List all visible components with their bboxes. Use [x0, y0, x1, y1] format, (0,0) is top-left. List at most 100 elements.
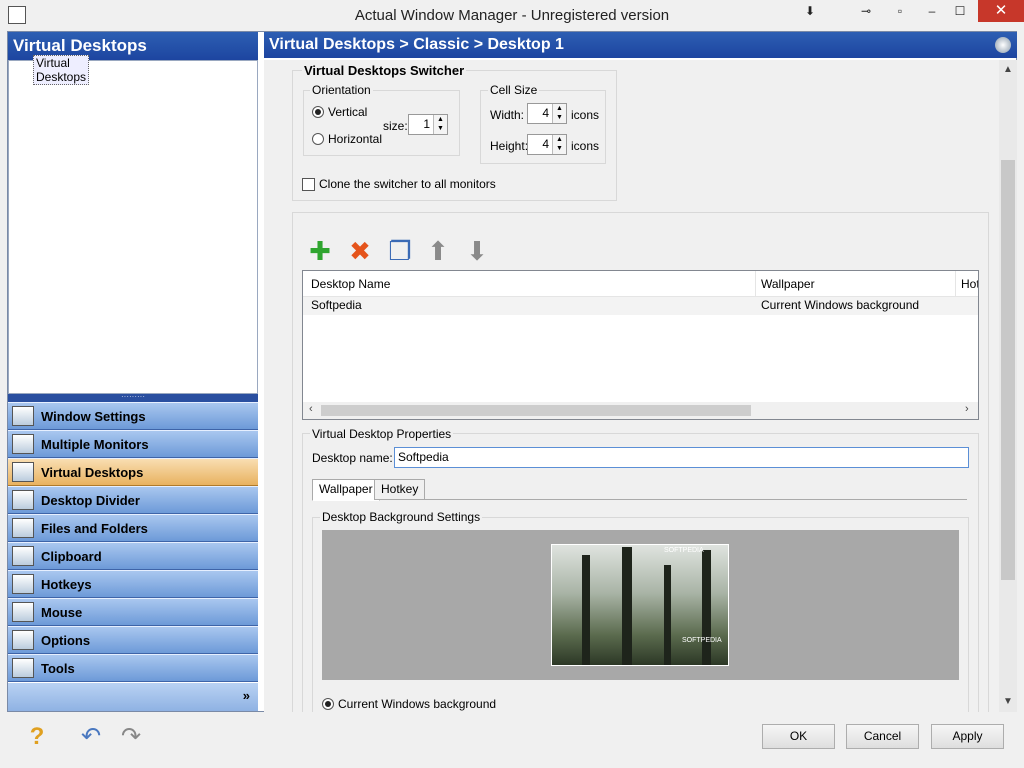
properties-label: Virtual Desktop Properties — [310, 427, 454, 441]
minimize-button[interactable]: – — [918, 0, 946, 22]
wallpaper-preview: SOFTPEDIA SOFTPEDIA — [322, 530, 959, 680]
virtual-desktops-icon — [12, 462, 34, 482]
apply-button[interactable]: Apply — [931, 724, 1004, 749]
height-unit: icons — [571, 139, 600, 153]
horizontal-radio[interactable]: Horizontal — [312, 132, 382, 146]
desktop-name-label: Desktop name: — [312, 451, 393, 465]
desktop-name-input[interactable]: Softpedia — [394, 447, 969, 468]
tab-wallpaper[interactable]: Wallpaper — [312, 479, 380, 501]
table-row[interactable]: Softpedia Current Windows background — [303, 297, 978, 315]
help-icon[interactable]: ? — [22, 722, 52, 752]
move-down-icon[interactable]: ⬇ — [462, 236, 492, 266]
current-background-radio[interactable]: Current Windows background — [322, 697, 496, 711]
add-desktop-icon[interactable]: ✚ — [305, 236, 335, 266]
nav-window-settings[interactable]: Window Settings — [8, 402, 258, 430]
radio-dot — [322, 698, 334, 710]
scroll-thumb[interactable] — [321, 405, 751, 416]
switcher-title: Virtual Desktops Switcher — [302, 63, 467, 78]
nav-hotkeys[interactable]: Hotkeys — [8, 570, 258, 598]
options-icon — [12, 630, 34, 650]
redo-icon[interactable]: ↷ — [116, 722, 146, 752]
window-settings-icon — [12, 406, 34, 426]
row-desktop-name: Softpedia — [311, 298, 362, 312]
clone-switcher-checkbox[interactable]: Clone the switcher to all monitors — [302, 177, 496, 191]
navigation-tree: Virtual Desktops — [8, 55, 258, 394]
wallpaper-thumbnail-image: SOFTPEDIA SOFTPEDIA — [551, 544, 729, 666]
ok-button[interactable]: OK — [762, 724, 835, 749]
height-spinner[interactable]: 4 ▲ ▼ — [527, 134, 567, 155]
nav-desktop-divider[interactable]: Desktop Divider — [8, 486, 258, 514]
mouse-icon — [12, 602, 34, 622]
vertical-radio[interactable]: Vertical — [312, 105, 367, 119]
tools-icon — [12, 658, 34, 678]
column-hotkey[interactable]: Hot — [961, 277, 978, 291]
nav-files-and-folders[interactable]: Files and Folders — [8, 514, 258, 542]
spinner-arrows-icon[interactable]: ▲ ▼ — [433, 115, 447, 134]
nav-more-button[interactable]: » — [8, 683, 258, 711]
folder-icon — [12, 518, 34, 538]
keyboard-icon — [12, 574, 34, 594]
radio-dot — [312, 106, 324, 118]
list-horizontal-scrollbar[interactable]: ‹ › — [303, 402, 978, 419]
close-button[interactable]: ✕ — [978, 0, 1024, 22]
tree-shape — [582, 555, 590, 665]
undo-icon[interactable]: ↶ — [76, 722, 106, 752]
width-spinner[interactable]: 4 ▲ ▼ — [527, 103, 567, 124]
width-label: Width: — [490, 108, 525, 122]
spinner-arrows-icon[interactable]: ▲ ▼ — [552, 104, 566, 123]
size-label: size: — [383, 119, 408, 133]
width-unit: icons — [571, 108, 600, 122]
cell-size-label: Cell Size — [488, 83, 540, 97]
tree-shape — [664, 565, 671, 665]
copy-desktop-icon[interactable]: ❐ — [385, 236, 415, 266]
row-wallpaper: Current Windows background — [761, 298, 920, 312]
panel-splitter[interactable]: ········· — [8, 393, 258, 402]
desktop-divider-icon — [12, 490, 34, 510]
cancel-button[interactable]: Cancel — [846, 724, 919, 749]
nav-clipboard[interactable]: Clipboard — [8, 542, 258, 570]
scroll-up-icon[interactable]: ▲ — [999, 64, 1017, 75]
nav-options[interactable]: Options — [8, 626, 258, 654]
title-bar: Actual Window Manager - Unregistered ver… — [0, 0, 1024, 31]
spinner-arrows-icon[interactable]: ▲ ▼ — [552, 135, 566, 154]
nav-tools[interactable]: Tools — [8, 654, 258, 682]
breadcrumb: Virtual Desktops > Classic > Desktop 1 — [264, 32, 1017, 58]
column-separator[interactable] — [755, 271, 756, 297]
tree-shape — [622, 547, 632, 665]
pin-icon[interactable]: ⊸ — [852, 0, 880, 22]
content-vertical-scrollbar[interactable]: ▲ ▼ — [999, 60, 1017, 712]
column-wallpaper[interactable]: Wallpaper — [761, 277, 815, 291]
nav-mouse[interactable]: Mouse — [8, 598, 258, 626]
orientation-label: Orientation — [310, 83, 373, 97]
nav-multiple-monitors[interactable]: Multiple Monitors — [8, 430, 258, 458]
rollup-icon[interactable]: ▫ — [886, 0, 914, 22]
scroll-right-icon[interactable]: › — [965, 403, 969, 415]
move-up-icon[interactable]: ⬆ — [423, 236, 453, 266]
tree-item-label: Virtual Desktops — [33, 55, 90, 85]
maximize-button[interactable]: ☐ — [946, 0, 974, 22]
tree-shape — [702, 550, 711, 665]
tree-item-virtual-desktops[interactable]: Virtual Desktops — [33, 55, 90, 85]
watermark-top: SOFTPEDIA — [664, 547, 704, 554]
list-header: Desktop Name Wallpaper Hot — [303, 271, 978, 297]
delete-desktop-icon[interactable]: ✖ — [345, 236, 375, 266]
nav-virtual-desktops[interactable]: Virtual Desktops — [8, 458, 258, 486]
radio-dot — [312, 133, 324, 145]
column-desktop-name[interactable]: Desktop Name — [311, 277, 390, 291]
height-label: Height: — [490, 139, 529, 153]
clipboard-icon — [12, 546, 34, 566]
download-icon[interactable]: ⬇ — [796, 0, 824, 22]
tab-hotkey[interactable]: Hotkey — [374, 479, 426, 500]
bg-settings-label: Desktop Background Settings — [320, 510, 483, 524]
watermark-mid: SOFTPEDIA — [682, 637, 722, 644]
scroll-down-icon[interactable]: ▼ — [999, 696, 1017, 707]
scroll-left-icon[interactable]: ‹ — [309, 403, 313, 415]
checkbox-box — [302, 177, 315, 191]
desktop-list: Desktop Name Wallpaper Hot Softpedia Cur… — [302, 270, 979, 420]
breadcrumb-text: Virtual Desktops > Classic > Desktop 1 — [269, 36, 564, 53]
monitors-icon — [12, 434, 34, 454]
size-spinner[interactable]: 1 ▲ ▼ — [408, 114, 448, 135]
section-icon — [995, 37, 1011, 53]
scroll-thumb[interactable] — [1001, 160, 1015, 580]
column-separator[interactable] — [955, 271, 956, 297]
